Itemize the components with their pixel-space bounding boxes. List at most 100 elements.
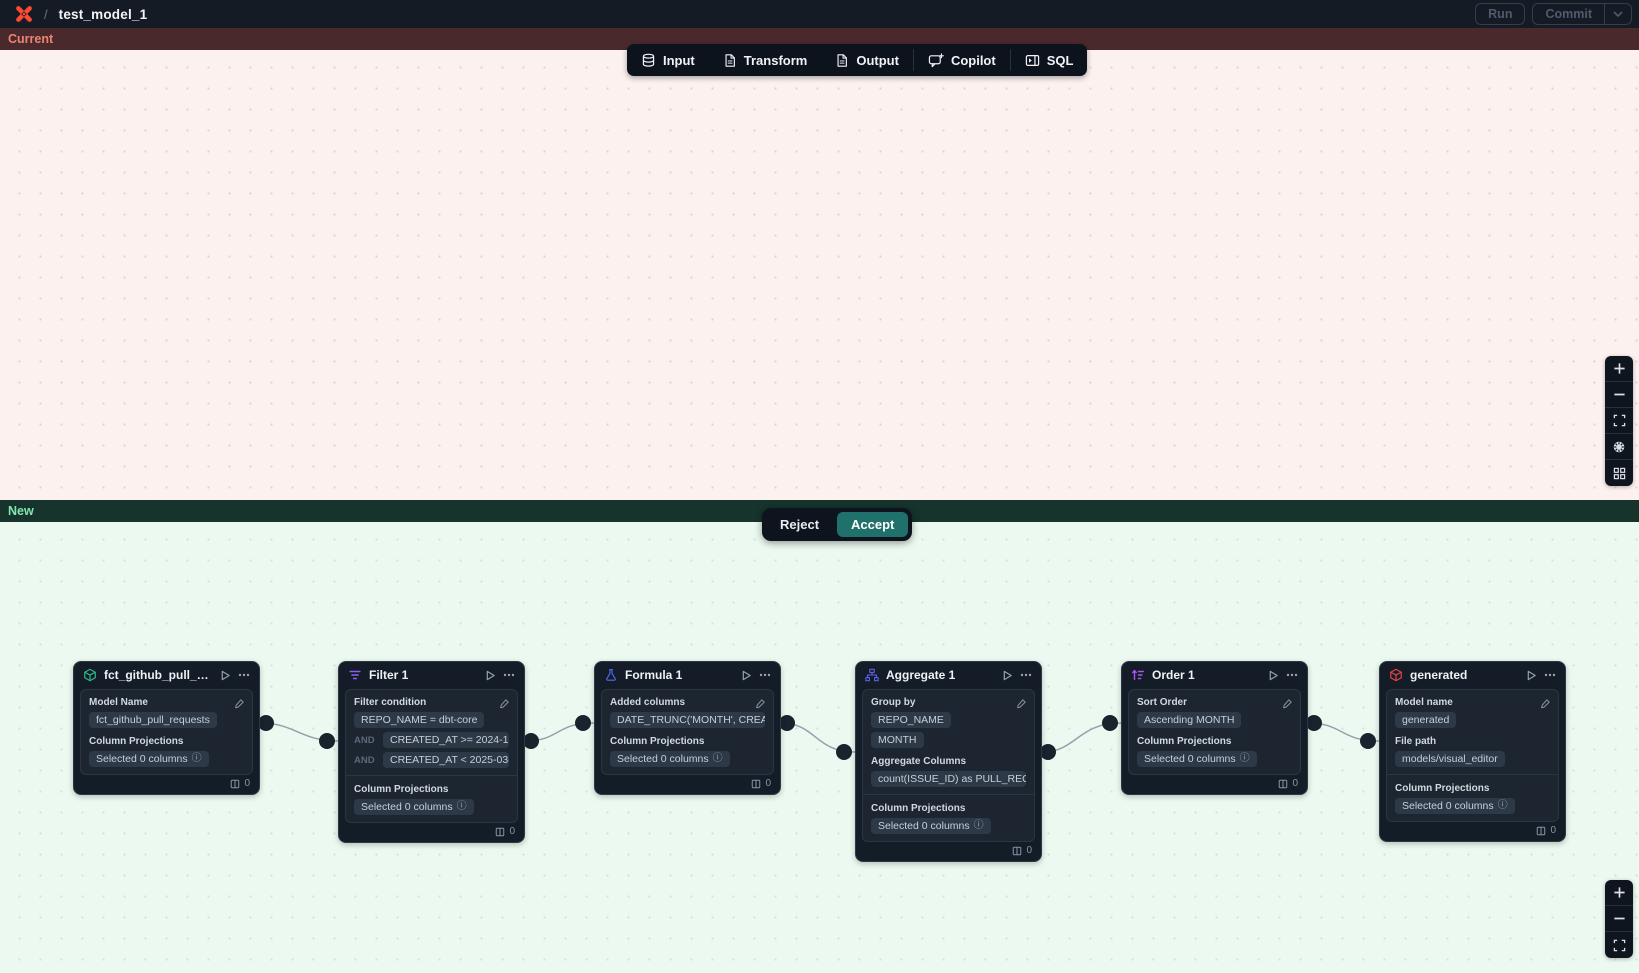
ellipsis-icon[interactable] [238, 673, 250, 677]
layout-grid-icon [1613, 467, 1626, 480]
row-count: 0 [244, 778, 250, 789]
add-input-button[interactable]: Input [627, 44, 709, 76]
column-projections-chip[interactable]: Selected 0 columnsⓘ [610, 751, 730, 767]
column-projections-chip[interactable]: Selected 0 columnsⓘ [1137, 751, 1257, 767]
node-footer: 0 [1380, 822, 1565, 841]
database-icon [641, 53, 656, 68]
current-canvas-controls [1605, 356, 1633, 486]
commit-split-button: Commit [1532, 3, 1632, 25]
zoom-in-button[interactable] [1605, 356, 1633, 382]
value-chip[interactable]: MONTH [871, 732, 924, 748]
accept-button[interactable]: Accept [837, 512, 908, 537]
field-label: Column Projections [1137, 735, 1292, 748]
section-divider [1387, 774, 1558, 775]
sql-button[interactable]: SQL [1011, 44, 1088, 76]
column-projections-chip[interactable]: Selected 0 columnsⓘ [354, 799, 474, 815]
value-chip[interactable]: generated [1395, 712, 1456, 728]
play-icon[interactable] [741, 670, 752, 681]
top-bar: / test_model_1 Run Commit [0, 0, 1639, 28]
copilot-label: Copilot [951, 53, 996, 68]
plus-icon [1613, 886, 1626, 899]
columns-icon [1536, 826, 1546, 836]
value-chip[interactable]: REPO_NAME = dbt-core [354, 712, 484, 728]
column-projections-chip[interactable]: Selected 0 columnsⓘ [871, 818, 991, 834]
play-icon[interactable] [220, 670, 231, 681]
ellipsis-icon[interactable] [1544, 673, 1556, 677]
node-filter-1[interactable]: Filter 1 Filter condition REPO_NAME = db… [338, 661, 525, 843]
edit-icon[interactable] [1016, 696, 1027, 714]
edit-icon[interactable] [1540, 696, 1551, 714]
sitemap-icon [865, 668, 879, 682]
value-chip[interactable]: REPO_NAME [871, 712, 951, 728]
sql-label: SQL [1047, 53, 1074, 68]
column-projections-chip[interactable]: Selected 0 columnsⓘ [89, 751, 209, 767]
edit-icon[interactable] [234, 696, 245, 714]
value-chip[interactable]: fct_github_pull_requests [89, 712, 217, 728]
add-transform-button[interactable]: Transform [709, 44, 822, 76]
field-label: Added columns [610, 696, 765, 709]
package-icon [83, 668, 97, 682]
edit-icon[interactable] [755, 696, 766, 714]
page-title: test_model_1 [59, 7, 148, 22]
input-label: Input [663, 53, 695, 68]
value-chip[interactable]: CREATED_AT < 2025-03-01 [383, 752, 509, 768]
column-projections-chip[interactable]: Selected 0 columnsⓘ [1395, 798, 1515, 814]
run-button[interactable]: Run [1475, 3, 1525, 25]
node-fct-github-pull-requests[interactable]: fct_github_pull_requests Model Name fct_… [73, 661, 260, 795]
ellipsis-icon[interactable] [759, 673, 771, 677]
new-canvas-controls [1605, 880, 1633, 958]
node-footer: 0 [1122, 775, 1307, 794]
play-icon[interactable] [485, 670, 496, 681]
ellipsis-icon[interactable] [503, 673, 515, 677]
columns-icon [1278, 779, 1288, 789]
dbt-logo-icon[interactable] [14, 4, 34, 24]
node-footer: 0 [856, 842, 1041, 861]
field-label: Column Projections [354, 783, 509, 796]
value-chip[interactable]: Ascending MONTH [1137, 712, 1241, 728]
node-aggregate-1[interactable]: Aggregate 1 Group by REPO_NAME MONTH Agg… [855, 661, 1042, 862]
section-divider [346, 775, 517, 776]
fit-view-icon [1613, 939, 1626, 952]
value-chip[interactable]: DATE_TRUNC('MONTH', CREATED_AT… [610, 712, 765, 728]
field-label: File path [1395, 735, 1550, 748]
zoom-out-button[interactable] [1605, 906, 1633, 932]
spinner-icon[interactable] [1605, 434, 1633, 460]
layout-grid-button[interactable] [1605, 460, 1633, 486]
node-formula-1[interactable]: Formula 1 Added columns DATE_TRUNC('MONT… [594, 661, 781, 795]
field-label: Model Name [89, 696, 244, 709]
edit-icon[interactable] [499, 696, 510, 714]
output-label: Output [856, 53, 899, 68]
node-generated[interactable]: generated Model name generated File path… [1379, 661, 1566, 842]
zoom-out-button[interactable] [1605, 382, 1633, 408]
minus-icon [1613, 388, 1626, 401]
section-divider [863, 794, 1034, 795]
ellipsis-icon[interactable] [1286, 673, 1298, 677]
node-order-1[interactable]: Order 1 Sort Order Ascending MONTH Colum… [1121, 661, 1308, 795]
current-canvas[interactable] [0, 50, 1639, 500]
value-chip[interactable]: models/visual_editor [1395, 751, 1505, 767]
play-icon[interactable] [1526, 670, 1537, 681]
reject-button[interactable]: Reject [766, 512, 833, 537]
fit-view-button[interactable] [1605, 932, 1633, 958]
node-toolbar: Input Transform Output [627, 44, 1087, 76]
breadcrumb-separator: / [44, 7, 48, 22]
commit-dropdown-button[interactable] [1604, 4, 1631, 24]
field-label: Group by [871, 696, 1026, 709]
ellipsis-icon[interactable] [1020, 673, 1032, 677]
cube-icon [1389, 668, 1403, 682]
edit-icon[interactable] [1282, 696, 1293, 714]
zoom-in-button[interactable] [1605, 880, 1633, 906]
fit-view-button[interactable] [1605, 408, 1633, 434]
and-label: AND [354, 735, 378, 746]
transform-label: Transform [744, 53, 808, 68]
diff-actions: Reject Accept [762, 508, 912, 541]
value-chip[interactable]: CREATED_AT >= 2024-12-01 [383, 732, 509, 748]
add-output-button[interactable]: Output [821, 44, 913, 76]
columns-icon [751, 779, 761, 789]
play-icon[interactable] [1268, 670, 1279, 681]
copilot-button[interactable]: Copilot [914, 44, 1010, 76]
play-icon[interactable] [1002, 670, 1013, 681]
node-title: generated [1410, 668, 1519, 682]
value-chip[interactable]: count(ISSUE_ID) as PULL_REQUEST_… [871, 771, 1026, 787]
commit-button[interactable]: Commit [1533, 4, 1604, 24]
